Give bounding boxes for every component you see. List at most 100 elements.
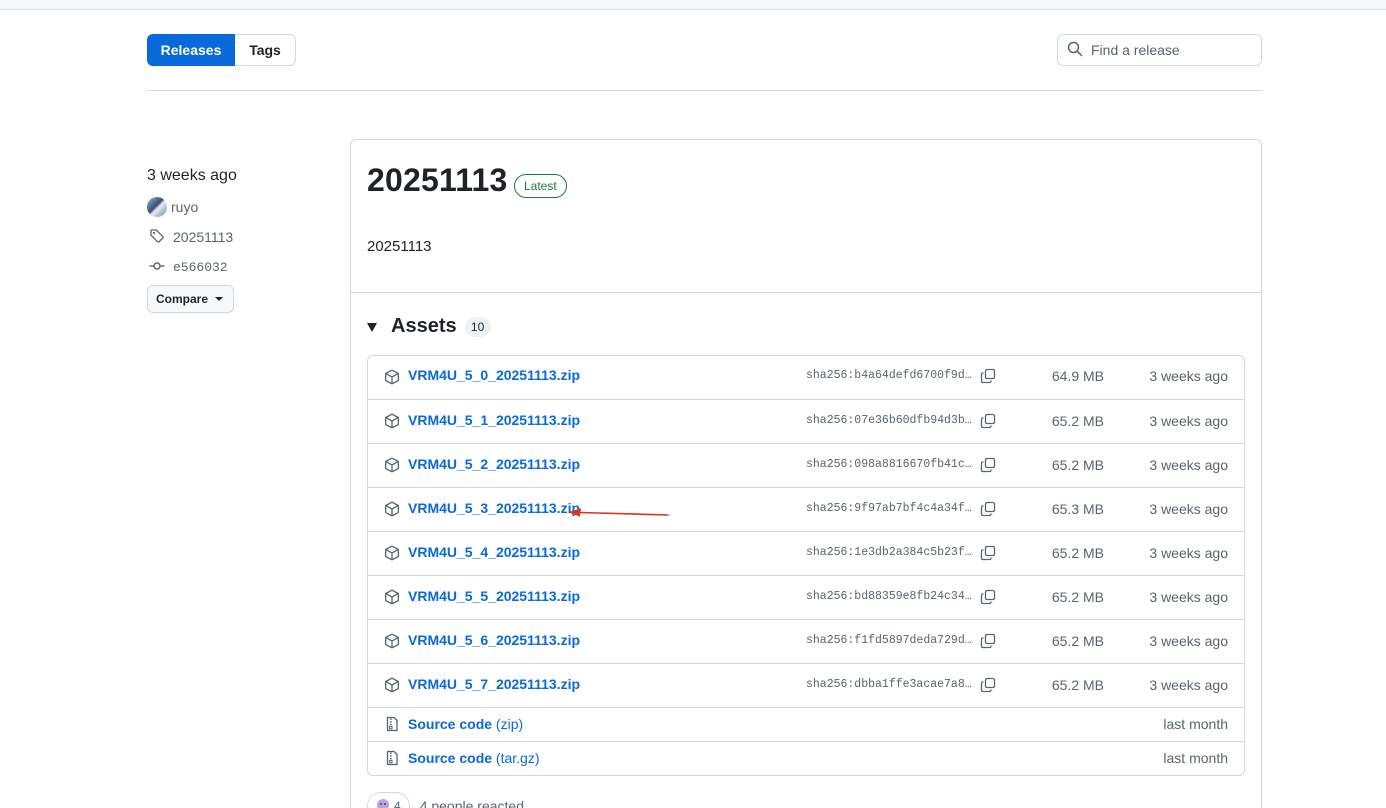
avatar[interactable] (147, 197, 167, 217)
asset-sha: sha256:098a8816670fb41ca… (806, 458, 973, 471)
assets-toggle[interactable]: Assets 10 (367, 315, 491, 338)
triangle-down-icon (367, 323, 377, 332)
author-name[interactable]: ruyo (171, 199, 198, 215)
asset-date: 3 weeks ago (1149, 677, 1228, 693)
copy-icon[interactable] (980, 457, 996, 476)
source-label: Source code (408, 716, 493, 732)
source-date: last month (1163, 716, 1228, 732)
package-icon (384, 413, 400, 432)
copy-icon[interactable] (980, 413, 996, 432)
latest-badge: Latest (514, 174, 567, 198)
package-icon (384, 677, 400, 696)
asset-sha: sha256:dbba1ffe3acae7a86… (806, 678, 973, 691)
asset-date: 3 weeks ago (1149, 413, 1228, 429)
release-sidebar: 3 weeks ago ruyo 20251113 e566032 Compar… (147, 165, 337, 313)
header-divider (147, 90, 1262, 91)
asset-link[interactable]: VRM4U_5_5_20251113.zip (408, 588, 580, 604)
tag-row[interactable]: 20251113 (147, 227, 337, 247)
asset-link[interactable]: VRM4U_5_6_20251113.zip (408, 632, 580, 648)
asset-size: 64.9 MB (1051, 368, 1104, 384)
chevron-down-icon (215, 297, 224, 301)
asset-row: VRM4U_5_3_20251113.zip sha256:9f97ab7bf4… (368, 487, 1244, 531)
package-icon (384, 457, 400, 476)
reaction-emoji-icon (376, 798, 390, 808)
release-card: 20251113 Latest 20251113 Assets 10 VRM4U… (350, 139, 1262, 808)
package-icon (384, 369, 400, 388)
asset-link[interactable]: VRM4U_5_2_20251113.zip (408, 456, 580, 472)
asset-link[interactable]: VRM4U_5_4_20251113.zip (408, 544, 580, 560)
asset-size: 65.2 MB (1051, 677, 1104, 693)
author-row[interactable]: ruyo (147, 197, 337, 217)
assets-count: 10 (464, 316, 491, 337)
source-row: Source code (tar.gz) last month (368, 741, 1244, 775)
release-title[interactable]: 20251113 (367, 162, 507, 199)
asset-row: VRM4U_5_4_20251113.zip sha256:1e3db2a384… (368, 531, 1244, 575)
asset-link[interactable]: VRM4U_5_3_20251113.zip (408, 500, 580, 516)
asset-date: 3 weeks ago (1149, 633, 1228, 649)
compare-label: Compare (156, 292, 209, 306)
asset-sha: sha256:bd88359e8fb24c342… (806, 590, 973, 603)
commit-sha[interactable]: e566032 (173, 260, 228, 275)
asset-link[interactable]: VRM4U_5_1_20251113.zip (408, 412, 580, 428)
asset-link[interactable]: VRM4U_5_7_20251113.zip (408, 676, 580, 692)
reaction-count: 4 (394, 799, 401, 808)
copy-icon[interactable] (980, 677, 996, 696)
copy-icon[interactable] (980, 589, 996, 608)
assets-heading: Assets (391, 315, 457, 337)
release-notes: 20251113 (367, 238, 432, 255)
source-format: (zip) (495, 716, 524, 732)
asset-row: VRM4U_5_2_20251113.zip sha256:098a881667… (368, 443, 1244, 487)
file-zip-icon (384, 716, 400, 735)
tab-tags[interactable]: Tags (235, 34, 296, 66)
package-icon (384, 545, 400, 564)
asset-size: 65.2 MB (1051, 457, 1104, 473)
asset-date: 3 weeks ago (1149, 589, 1228, 605)
source-format: (tar.gz) (495, 750, 540, 766)
package-icon (384, 589, 400, 608)
compare-button[interactable]: Compare (147, 285, 234, 313)
asset-row: VRM4U_5_6_20251113.zip sha256:f1fd5897de… (368, 619, 1244, 663)
asset-row: VRM4U_5_0_20251113.zip sha256:b4a64defd6… (368, 356, 1244, 399)
asset-sha: sha256:07e36b60dfb94d3be… (806, 414, 973, 427)
package-icon (384, 501, 400, 520)
asset-row: VRM4U_5_7_20251113.zip sha256:dbba1ffe3a… (368, 663, 1244, 707)
package-icon (384, 633, 400, 652)
asset-sha: sha256:b4a64defd6700f9d3… (806, 369, 973, 382)
source-row: Source code (zip) last month (368, 707, 1244, 741)
tag-icon (147, 228, 173, 247)
asset-row: VRM4U_5_5_20251113.zip sha256:bd88359e8f… (368, 575, 1244, 619)
asset-date: 3 weeks ago (1149, 457, 1228, 473)
search-input[interactable] (1091, 42, 1251, 58)
copy-icon[interactable] (980, 501, 996, 520)
commit-row[interactable]: e566032 (147, 257, 337, 277)
source-date: last month (1163, 750, 1228, 766)
source-zip-link[interactable]: Source code (zip) (408, 716, 523, 732)
find-release-search[interactable] (1057, 34, 1262, 66)
search-icon (1067, 41, 1083, 60)
releases-tags-switch: Releases Tags (147, 34, 296, 66)
asset-size: 65.2 MB (1051, 589, 1104, 605)
asset-link[interactable]: VRM4U_5_0_20251113.zip (408, 367, 580, 383)
top-strip (0, 0, 1386, 10)
copy-icon[interactable] (980, 545, 996, 564)
copy-icon[interactable] (980, 633, 996, 652)
copy-icon[interactable] (980, 368, 996, 387)
asset-date: 3 weeks ago (1149, 501, 1228, 517)
card-divider (351, 292, 1261, 293)
asset-date: 3 weeks ago (1149, 545, 1228, 561)
asset-date: 3 weeks ago (1149, 368, 1228, 384)
asset-sha: sha256:9f97ab7bf4c4a34f5… (806, 502, 973, 515)
asset-row: VRM4U_5_1_20251113.zip sha256:07e36b60df… (368, 399, 1244, 443)
asset-size: 65.3 MB (1051, 501, 1104, 517)
source-targz-link[interactable]: Source code (tar.gz) (408, 750, 540, 766)
asset-size: 65.2 MB (1051, 545, 1104, 561)
asset-size: 65.2 MB (1051, 413, 1104, 429)
tab-releases[interactable]: Releases (147, 34, 235, 66)
asset-size: 65.2 MB (1051, 633, 1104, 649)
file-zip-icon (384, 750, 400, 769)
reactions-bar: 4 4 people reacted (367, 792, 524, 808)
tag-name[interactable]: 20251113 (173, 229, 233, 245)
reaction-button[interactable]: 4 (367, 792, 410, 808)
source-label: Source code (408, 750, 493, 766)
commit-icon (147, 258, 173, 277)
